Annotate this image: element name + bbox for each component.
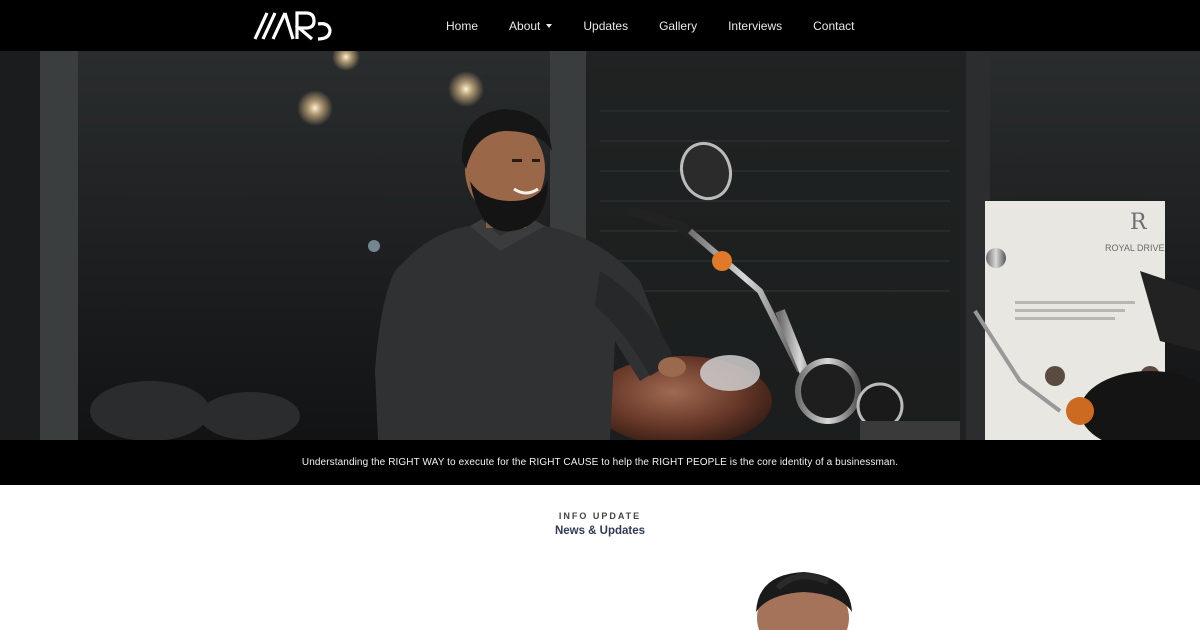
site-logo[interactable] [252,10,334,42]
tagline-text: Understanding the RIGHT WAY to execute f… [301,457,899,468]
section-eyebrow: INFO UPDATE [558,511,642,521]
main-nav: Home About Updates Gallery Interviews Co… [446,0,854,51]
caret-down-icon [546,23,553,28]
tagline-band: Understanding the RIGHT WAY to execute f… [0,440,1200,485]
nav-updates[interactable]: Updates [583,19,628,33]
nav-about-label: About [509,18,541,33]
news-photo[interactable] [748,568,860,630]
nav-home[interactable]: Home [446,19,478,33]
svg-text:R: R [1130,210,1148,235]
nav-about[interactable]: About [509,18,553,33]
logo-mark-icon [253,11,332,41]
nav-gallery[interactable]: Gallery [659,19,697,33]
hero-photo: R ROYAL DRIVE [0,51,1200,440]
top-navbar: Home About Updates Gallery Interviews Co… [0,0,1200,51]
news-person-photo [748,568,860,630]
nav-interviews[interactable]: Interviews [728,19,782,33]
hero-banner: R ROYAL DRIVE [0,51,1200,440]
poster-heading: ROYAL DRIVE [1105,243,1165,253]
section-title: News & Updates [554,525,646,537]
nav-contact[interactable]: Contact [813,19,854,33]
